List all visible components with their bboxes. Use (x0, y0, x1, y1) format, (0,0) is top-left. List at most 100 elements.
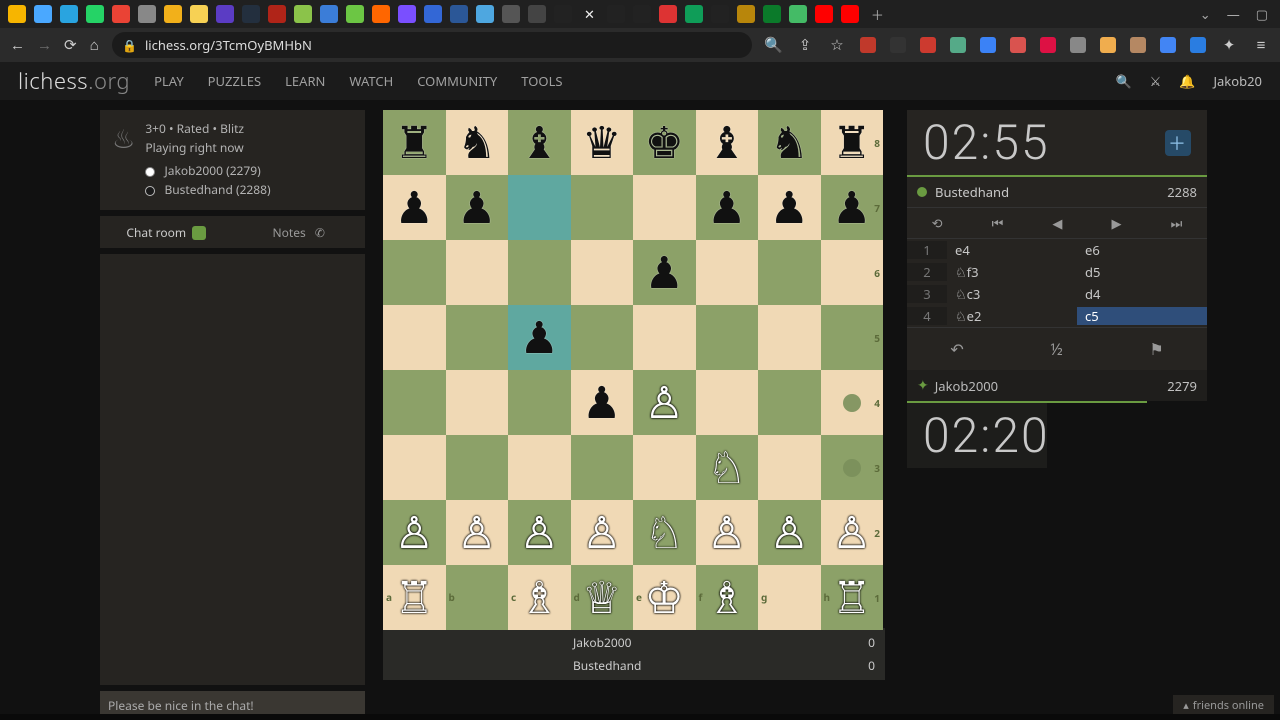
square-e4[interactable]: ♙ (633, 370, 696, 435)
square-b3[interactable] (446, 435, 509, 500)
tab-favicon[interactable] (60, 5, 78, 23)
square-b5[interactable] (446, 305, 509, 370)
white-player[interactable]: Jakob2000 (2279) (164, 162, 260, 179)
square-f3[interactable]: ♘ (696, 435, 759, 500)
window-maximize-icon[interactable]: ▢ (1252, 3, 1272, 25)
offer-draw-button[interactable]: ½ (1050, 338, 1062, 360)
tab-favicon[interactable] (346, 5, 364, 23)
square-f2[interactable]: ♙ (696, 500, 759, 565)
flip-icon[interactable]: ⟲ (932, 214, 943, 232)
tab-favicon[interactable] (112, 5, 130, 23)
my-row[interactable]: ✦ Jakob2000 2279 (907, 370, 1207, 401)
move-list[interactable]: 1e4e62♘f3d53♘c3d44♘e2c5 (907, 238, 1207, 327)
tab-favicon[interactable] (138, 5, 156, 23)
nav-play[interactable]: PLAY (154, 72, 184, 90)
first-move-icon[interactable]: ⏮ (992, 214, 1004, 232)
reload-icon[interactable]: ⟳ (64, 35, 77, 55)
white-pawn-icon[interactable]: ♙ (832, 508, 871, 559)
white-pawn-icon[interactable]: ♙ (707, 508, 746, 559)
home-icon[interactable]: ⌂ (89, 35, 100, 55)
move-white-1[interactable]: e4 (947, 241, 1077, 259)
tab-favicon[interactable] (502, 5, 520, 23)
tab-favicon[interactable] (711, 5, 729, 23)
share-icon[interactable]: ⇪ (796, 35, 814, 55)
square-h2[interactable]: ♙2 (821, 500, 884, 565)
square-d2[interactable]: ♙ (571, 500, 634, 565)
black-pawn-icon[interactable]: ♟ (582, 378, 621, 429)
square-e2[interactable]: ♘ (633, 500, 696, 565)
tab-favicon[interactable] (268, 5, 286, 23)
extension-icon[interactable] (1070, 37, 1086, 53)
square-g5[interactable] (758, 305, 821, 370)
square-h1[interactable]: ♖1h (821, 565, 884, 630)
tab-favicon[interactable] (607, 5, 625, 23)
white-knight-icon[interactable]: ♘ (707, 443, 746, 494)
white-pawn-icon[interactable]: ♙ (395, 508, 434, 559)
star-icon[interactable]: ☆ (828, 35, 846, 55)
move-black-2[interactable]: d5 (1077, 263, 1207, 281)
move-black-1[interactable]: e6 (1077, 241, 1207, 259)
square-a1[interactable]: ♖a (383, 565, 446, 630)
square-d5[interactable] (571, 305, 634, 370)
tab-favicon[interactable] (763, 5, 781, 23)
tabs-dropdown-icon[interactable]: ⌄ (1196, 3, 1215, 25)
square-c2[interactable]: ♙ (508, 500, 571, 565)
extension-icon[interactable] (1040, 37, 1056, 53)
tab-chat[interactable]: Chat room (100, 224, 233, 241)
extension-icon[interactable] (980, 37, 996, 53)
square-h7[interactable]: ♟7 (821, 175, 884, 240)
white-king-icon[interactable]: ♔ (645, 573, 684, 624)
tab-favicon[interactable] (841, 5, 859, 23)
black-pawn-icon[interactable]: ♟ (520, 313, 559, 364)
black-bishop-icon[interactable]: ♝ (707, 118, 746, 169)
forward-icon[interactable]: → (37, 35, 52, 55)
square-d7[interactable] (571, 175, 634, 240)
square-c8[interactable]: ♝ (508, 110, 571, 175)
square-f1[interactable]: ♗f (696, 565, 759, 630)
tab-favicon[interactable] (789, 5, 807, 23)
nav-puzzles[interactable]: PUZZLES (208, 72, 261, 90)
move-white-3[interactable]: ♘c3 (947, 285, 1077, 303)
white-rook-icon[interactable]: ♖ (832, 573, 871, 624)
black-bishop-icon[interactable]: ♝ (520, 118, 559, 169)
square-d6[interactable] (571, 240, 634, 305)
challenge-icon[interactable]: ⚔ (1150, 72, 1162, 90)
friends-online[interactable]: ▴ friends online (1173, 695, 1274, 716)
black-pawn-icon[interactable]: ♟ (395, 183, 434, 234)
tab-favicon[interactable] (450, 5, 468, 23)
square-f7[interactable]: ♟ (696, 175, 759, 240)
black-knight-icon[interactable]: ♞ (457, 118, 496, 169)
prev-move-icon[interactable]: ◀ (1052, 214, 1062, 232)
square-b1[interactable]: b (446, 565, 509, 630)
zoom-icon[interactable]: 🔍 (764, 35, 782, 55)
black-pawn-icon[interactable]: ♟ (457, 183, 496, 234)
black-rook-icon[interactable]: ♜ (832, 118, 871, 169)
tab-favicon[interactable] (398, 5, 416, 23)
window-minimize-icon[interactable]: — (1223, 3, 1244, 25)
square-a7[interactable]: ♟ (383, 175, 446, 240)
square-h5[interactable]: 5 (821, 305, 884, 370)
square-h4[interactable]: 4 (821, 370, 884, 435)
white-knight-icon[interactable]: ♘ (645, 508, 684, 559)
square-f6[interactable] (696, 240, 759, 305)
move-white-4[interactable]: ♘e2 (947, 307, 1077, 325)
black-pawn-icon[interactable]: ♟ (832, 183, 871, 234)
square-b4[interactable] (446, 370, 509, 435)
tab-favicon[interactable] (554, 5, 572, 23)
give-time-button[interactable]: ＋ (1165, 130, 1191, 156)
square-c5[interactable]: ♟ (508, 305, 571, 370)
black-knight-icon[interactable]: ♞ (770, 118, 809, 169)
square-a2[interactable]: ♙ (383, 500, 446, 565)
tab-favicon[interactable] (815, 5, 833, 23)
square-b8[interactable]: ♞ (446, 110, 509, 175)
tab-favicon[interactable] (86, 5, 104, 23)
extension-icon[interactable] (950, 37, 966, 53)
square-g3[interactable] (758, 435, 821, 500)
white-pawn-icon[interactable]: ♙ (457, 508, 496, 559)
square-f8[interactable]: ♝ (696, 110, 759, 175)
black-rook-icon[interactable]: ♜ (395, 118, 434, 169)
black-pawn-icon[interactable]: ♟ (645, 248, 684, 299)
square-h3[interactable]: 3 (821, 435, 884, 500)
takeback-button[interactable]: ↶ (950, 338, 963, 360)
square-d8[interactable]: ♛ (571, 110, 634, 175)
